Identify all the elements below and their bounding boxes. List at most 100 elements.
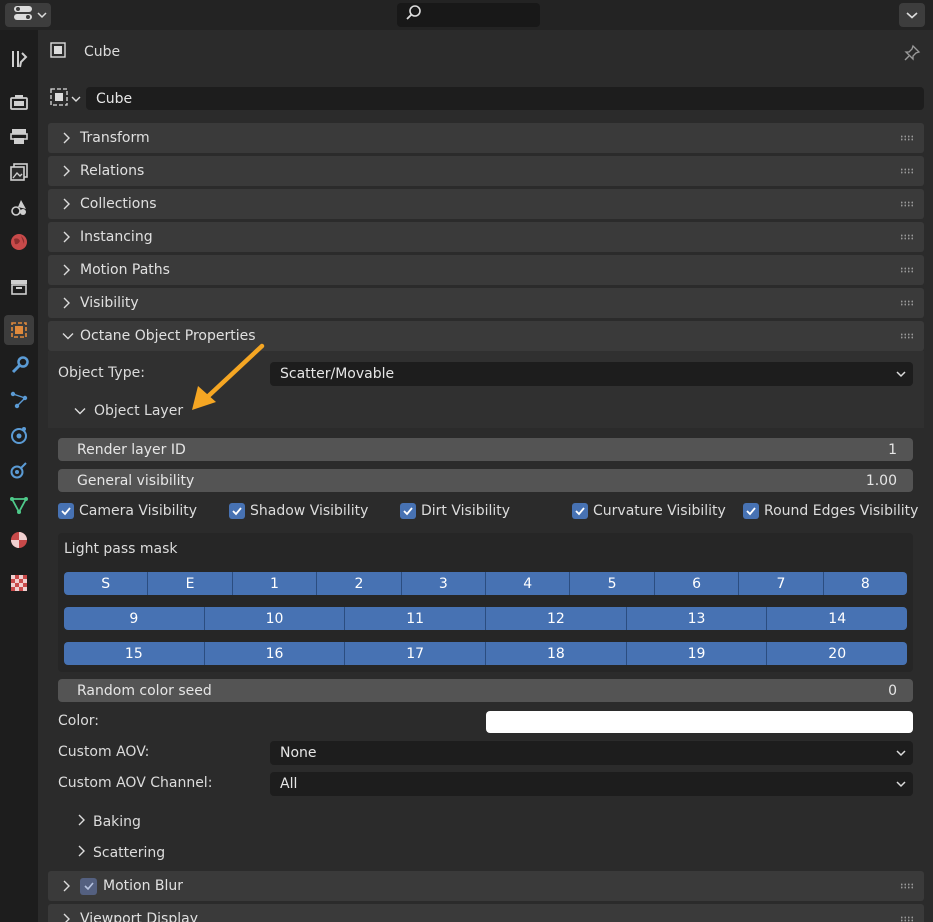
object-type-label: Object Type: xyxy=(58,365,145,381)
object-data-tab-icon[interactable] xyxy=(4,490,34,520)
view-layer-tab-icon[interactable] xyxy=(4,157,34,187)
panel-visibility[interactable]: Visibility xyxy=(48,288,924,318)
search-input[interactable] xyxy=(397,3,540,27)
panel-relations[interactable]: Relations xyxy=(48,156,924,186)
material-tab-icon[interactable] xyxy=(4,525,34,555)
context-header: Cube xyxy=(50,42,120,62)
drag-handle-icon[interactable] xyxy=(900,135,914,141)
object-layer-subpanel-header[interactable]: Object Layer xyxy=(74,403,183,419)
field-label: Render layer ID xyxy=(77,441,186,458)
curvature-visibility-checkbox[interactable]: Curvature Visibility xyxy=(572,503,726,519)
mask-button[interactable]: 2 xyxy=(317,572,402,595)
mask-button[interactable]: 20 xyxy=(767,642,907,665)
object-tab-icon[interactable] xyxy=(4,315,34,345)
light-pass-mask-row-2: 9 10 11 12 13 14 xyxy=(64,607,907,630)
mask-button[interactable]: E xyxy=(148,572,233,595)
mask-button[interactable]: 15 xyxy=(64,642,205,665)
baking-subpanel-header[interactable]: Baking xyxy=(77,814,141,830)
mask-button[interactable]: 7 xyxy=(739,572,824,595)
object-name-row: Cube xyxy=(48,87,924,110)
drag-handle-icon[interactable] xyxy=(900,916,914,922)
chevron-right-icon xyxy=(62,198,74,210)
mask-button[interactable]: 18 xyxy=(486,642,627,665)
particles-tab-icon[interactable] xyxy=(4,385,34,415)
chevron-right-icon xyxy=(62,132,74,144)
panel-transform[interactable]: Transform xyxy=(48,123,924,153)
light-pass-mask-row-3: 15 16 17 18 19 20 xyxy=(64,642,907,665)
object-type-dropdown[interactable]: Scatter/Movable xyxy=(270,362,913,386)
panel-instancing[interactable]: Instancing xyxy=(48,222,924,252)
drag-handle-icon[interactable] xyxy=(900,333,914,339)
mask-button[interactable]: S xyxy=(64,572,149,595)
drag-handle-icon[interactable] xyxy=(900,168,914,174)
mask-button[interactable]: 11 xyxy=(345,607,487,630)
panel-collections[interactable]: Collections xyxy=(48,189,924,219)
camera-visibility-checkbox[interactable]: Camera Visibility xyxy=(58,503,197,519)
data-type-dropdown[interactable] xyxy=(48,87,86,110)
custom-aov-channel-dropdown[interactable]: All xyxy=(270,772,913,796)
mask-button[interactable]: 13 xyxy=(626,607,768,630)
panel-label: Relations xyxy=(80,163,145,179)
chevron-down-icon xyxy=(62,332,74,340)
drag-handle-icon[interactable] xyxy=(900,201,914,207)
mask-button[interactable]: 12 xyxy=(486,607,627,630)
options-dropdown-button[interactable] xyxy=(899,3,925,27)
drag-handle-icon[interactable] xyxy=(900,234,914,240)
field-label: Random color seed xyxy=(77,682,212,699)
light-pass-mask-label: Light pass mask xyxy=(64,541,178,557)
mask-button[interactable]: 19 xyxy=(626,642,768,665)
mask-button[interactable]: 5 xyxy=(570,572,655,595)
render-layer-id-field[interactable]: Render layer ID 1 xyxy=(58,438,913,461)
panel-octane-object-properties[interactable]: Octane Object Properties xyxy=(48,321,924,351)
motion-blur-checkbox[interactable] xyxy=(80,877,97,895)
collection-tab-icon[interactable] xyxy=(4,272,34,302)
round-edges-visibility-checkbox[interactable]: Round Edges Visibility xyxy=(743,503,918,519)
editor-type-icon xyxy=(13,5,33,25)
mask-button[interactable]: 3 xyxy=(401,572,487,595)
physics-tab-icon[interactable] xyxy=(4,420,34,450)
mask-button[interactable]: 1 xyxy=(232,572,318,595)
chevron-down-icon xyxy=(895,368,907,384)
scattering-subpanel-header[interactable]: Scattering xyxy=(77,845,165,861)
object-name-field[interactable]: Cube xyxy=(86,87,924,110)
top-bar xyxy=(0,0,933,30)
light-pass-mask-row-1: S E 1 2 3 4 5 6 7 8 xyxy=(64,572,907,595)
tool-tab-icon[interactable] xyxy=(4,44,34,74)
panel-viewport-display[interactable]: Viewport Display xyxy=(48,904,924,922)
subpanel-label: Baking xyxy=(93,814,141,830)
drag-handle-icon[interactable] xyxy=(900,883,914,889)
shadow-visibility-checkbox[interactable]: Shadow Visibility xyxy=(229,503,368,519)
drag-handle-icon[interactable] xyxy=(900,267,914,273)
drag-handle-icon[interactable] xyxy=(900,300,914,306)
texture-tab-icon[interactable] xyxy=(4,568,34,598)
mask-button[interactable]: 14 xyxy=(767,607,907,630)
mask-button[interactable]: 8 xyxy=(823,572,907,595)
scene-tab-icon[interactable] xyxy=(4,192,34,222)
mask-button[interactable]: 10 xyxy=(204,607,346,630)
editor-type-button[interactable] xyxy=(5,3,51,27)
general-visibility-field[interactable]: General visibility 1.00 xyxy=(58,469,913,492)
color-swatch[interactable] xyxy=(486,711,913,733)
chevron-right-icon xyxy=(77,814,85,830)
mask-button[interactable]: 4 xyxy=(486,572,571,595)
mask-button[interactable]: 9 xyxy=(64,607,205,630)
world-tab-icon[interactable] xyxy=(4,227,34,257)
render-tab-icon[interactable] xyxy=(4,87,34,117)
field-value: 0 xyxy=(888,682,897,699)
custom-aov-dropdown[interactable]: None xyxy=(270,741,913,765)
panel-label: Viewport Display xyxy=(80,911,198,922)
panel-label: Instancing xyxy=(80,229,153,245)
dropdown-value: Scatter/Movable xyxy=(280,366,395,382)
dirt-visibility-checkbox[interactable]: Dirt Visibility xyxy=(400,503,510,519)
panel-motion-paths[interactable]: Motion Paths xyxy=(48,255,924,285)
output-tab-icon[interactable] xyxy=(4,121,34,151)
random-color-seed-field[interactable]: Random color seed 0 xyxy=(58,679,913,702)
pin-icon[interactable] xyxy=(903,44,921,66)
mask-button[interactable]: 17 xyxy=(345,642,487,665)
modifier-tab-icon[interactable] xyxy=(4,350,34,380)
constraints-tab-icon[interactable] xyxy=(4,455,34,485)
check-icon xyxy=(229,503,245,519)
mask-button[interactable]: 6 xyxy=(654,572,740,595)
mask-button[interactable]: 16 xyxy=(204,642,346,665)
panel-motion-blur[interactable]: Motion Blur xyxy=(48,871,924,901)
